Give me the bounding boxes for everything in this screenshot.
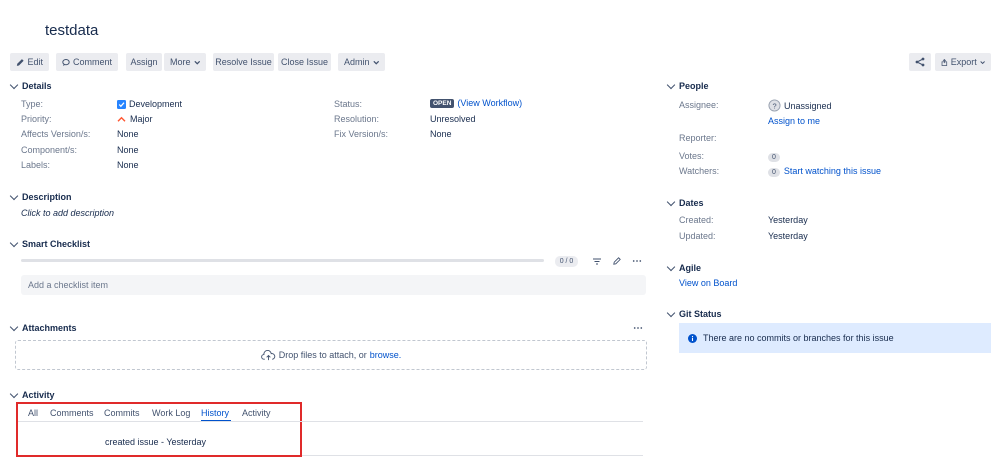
edit-checklist-button[interactable] [610,254,624,268]
chevron-down-icon [9,80,19,89]
start-watching-link[interactable]: Start watching this issue [784,166,881,176]
dates-section-toggle[interactable]: Dates [666,197,704,208]
svg-text:?: ? [772,101,776,110]
filter-button[interactable] [590,254,604,268]
fix-versions-label: Fix Version/s: [334,129,389,139]
share-button[interactable] [909,53,931,71]
browse-link[interactable]: browse. [370,350,402,360]
info-icon [688,333,697,343]
chevron-down-icon [9,389,19,398]
tabs-divider [18,421,643,422]
description-section-toggle[interactable]: Description [9,191,72,202]
chevron-down-icon [372,60,379,65]
more-button[interactable]: More [164,53,206,71]
created-value: Yesterday [768,215,808,225]
export-button[interactable]: Export [935,53,991,71]
more-horizontal-icon: ⋯ [633,323,643,334]
resolve-issue-button[interactable]: Resolve Issue [213,53,274,71]
edit-button[interactable]: Edit [10,53,49,71]
view-workflow-link[interactable]: (View Workflow) [457,98,522,108]
tab-activity[interactable]: Activity [242,408,271,418]
tab-all[interactable]: All [28,408,38,418]
chevron-down-icon [666,197,676,206]
tab-work-log[interactable]: Work Log [152,408,190,418]
chevron-down-icon [9,238,19,247]
assign-button[interactable]: Assign [126,53,162,71]
more-horizontal-icon: ⋯ [632,255,642,267]
priority-value: Major [117,114,153,124]
assignee-value: ? Unassigned [768,99,832,112]
tab-comments[interactable]: Comments [50,408,94,418]
git-status-section-toggle[interactable]: Git Status [666,308,722,319]
smart-checklist-section-toggle[interactable]: Smart Checklist [9,238,90,249]
assign-to-me-link[interactable]: Assign to me [768,116,820,126]
status-label: Status: [334,99,363,109]
tab-commits[interactable]: Commits [104,408,140,418]
issue-title: testdata [45,22,99,39]
resolution-label: Resolution: [334,114,380,124]
comment-icon [62,58,70,66]
priority-label: Priority: [21,114,52,124]
labels-label: Labels: [21,160,51,170]
cloud-upload-icon [260,349,275,360]
pencil-icon [613,257,621,265]
checklist-add-input[interactable]: Add a checklist item [21,275,646,295]
history-entry: created issue - Yesterday [105,437,207,447]
checklist-more-button[interactable]: ⋯ [630,254,644,268]
votes-value[interactable]: 0 [768,151,784,162]
pencil-icon [16,58,24,66]
attachment-dropzone[interactable]: Drop files to attach, or browse. [15,340,647,370]
activity-section-toggle[interactable]: Activity [9,389,55,400]
tab-history[interactable]: History [201,408,229,418]
chevron-down-icon [666,262,676,271]
details-section-toggle[interactable]: Details [9,80,52,91]
type-label: Type: [21,99,44,109]
people-section-toggle[interactable]: People [666,80,709,91]
priority-major-icon [117,116,126,122]
votes-label: Votes: [679,151,705,161]
chevron-down-icon [666,80,676,89]
created-label: Created: [679,215,714,225]
checkbox-icon [117,99,126,109]
admin-button[interactable]: Admin [338,53,385,71]
agile-section-toggle[interactable]: Agile [666,262,701,273]
attachments-more-button[interactable]: ⋯ [633,323,643,334]
close-issue-button[interactable]: Close Issue [278,53,331,71]
resolution-value: Unresolved [430,114,476,124]
watchers-label: Watchers: [679,166,720,176]
status-badge: OPEN [430,98,455,108]
filter-icon [593,258,601,264]
watchers-value: 0 Start watching this issue [768,166,881,177]
chevron-down-icon [9,322,19,331]
checklist-progress-bar [21,259,544,262]
view-on-board-link[interactable]: View on Board [679,278,737,288]
reporter-label: Reporter: [679,133,717,143]
checklist-progress-count: 0 / 0 [555,256,578,267]
chevron-down-icon [193,60,200,65]
activity-bottom-divider [302,455,643,456]
git-status-info-panel: There are no commits or branches for thi… [679,323,991,353]
updated-label: Updated: [679,231,716,241]
updated-value: Yesterday [768,231,808,241]
chevron-down-icon [666,308,676,317]
description-placeholder[interactable]: Click to add description [21,208,114,218]
chevron-down-icon [9,191,19,200]
affects-versions-value: None [117,129,139,139]
affects-versions-label: Affects Version/s: [21,129,91,139]
fix-versions-value: None [430,129,452,139]
chevron-down-icon [980,60,985,64]
status-value: OPEN (View Workflow) [430,98,522,108]
labels-value: None [117,160,139,170]
attachments-section-toggle[interactable]: Attachments [9,322,77,333]
share-icon [915,57,925,67]
components-value: None [117,145,139,155]
components-label: Component/s: [21,145,78,155]
type-value: Development [117,99,182,109]
git-status-message: There are no commits or branches for thi… [703,333,894,343]
export-icon [941,58,948,66]
assignee-label: Assignee: [679,100,719,110]
comment-button[interactable]: Comment [56,53,118,71]
unassigned-avatar-icon: ? [768,99,781,112]
